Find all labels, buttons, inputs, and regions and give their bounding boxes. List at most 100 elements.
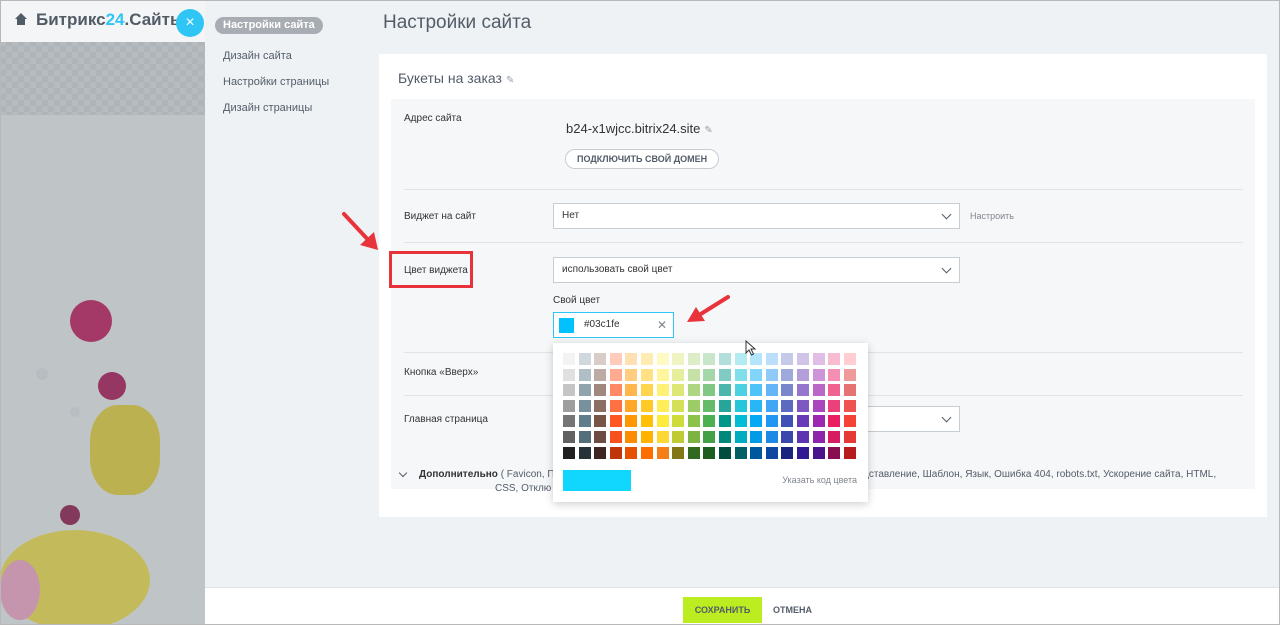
color-swatch-cell[interactable] bbox=[765, 415, 778, 428]
color-swatch-cell[interactable] bbox=[765, 368, 778, 381]
connect-domain-button[interactable]: ПОДКЛЮЧИТЬ СВОЙ ДОМЕН bbox=[565, 149, 720, 169]
color-swatch-cell[interactable] bbox=[672, 446, 685, 459]
color-swatch-cell[interactable] bbox=[641, 415, 653, 428]
color-swatch-cell[interactable] bbox=[828, 446, 841, 459]
color-swatch-cell[interactable] bbox=[843, 415, 856, 428]
color-swatch-cell[interactable] bbox=[843, 431, 856, 443]
color-swatch-cell[interactable] bbox=[843, 368, 856, 381]
color-swatch-cell[interactable] bbox=[843, 353, 856, 365]
color-swatch-cell[interactable] bbox=[656, 415, 669, 428]
color-swatch-cell[interactable] bbox=[594, 431, 607, 443]
color-swatch-cell[interactable] bbox=[703, 415, 716, 428]
widget-select[interactable]: Нет bbox=[553, 203, 960, 229]
color-swatch-cell[interactable] bbox=[781, 353, 794, 365]
color-swatch-cell[interactable] bbox=[656, 368, 669, 381]
color-swatch-cell[interactable] bbox=[750, 431, 763, 443]
color-swatch-cell[interactable] bbox=[578, 353, 591, 365]
color-swatch-cell[interactable] bbox=[812, 399, 825, 412]
color-swatch-cell[interactable] bbox=[719, 353, 731, 365]
color-swatch-cell[interactable] bbox=[828, 353, 841, 365]
color-swatch-cell[interactable] bbox=[672, 399, 685, 412]
color-swatch-cell[interactable] bbox=[609, 384, 622, 397]
color-swatch-cell[interactable] bbox=[563, 384, 575, 397]
color-swatch-cell[interactable] bbox=[563, 415, 575, 428]
color-swatch-cell[interactable] bbox=[687, 384, 700, 397]
color-swatch-cell[interactable] bbox=[609, 368, 622, 381]
main-page-select[interactable] bbox=[862, 406, 960, 432]
cancel-button[interactable]: ОТМЕНА bbox=[773, 597, 812, 623]
color-swatch-cell[interactable] bbox=[843, 384, 856, 397]
color-swatch-cell[interactable] bbox=[578, 368, 591, 381]
color-swatch-cell[interactable] bbox=[641, 384, 653, 397]
color-swatch-cell[interactable] bbox=[765, 353, 778, 365]
color-swatch-cell[interactable] bbox=[563, 368, 575, 381]
widget-configure-link[interactable]: Настроить bbox=[970, 211, 1014, 221]
color-swatch-cell[interactable] bbox=[765, 431, 778, 443]
color-swatch-cell[interactable] bbox=[797, 368, 809, 381]
color-swatch-cell[interactable] bbox=[750, 415, 763, 428]
color-swatch-cell[interactable] bbox=[594, 384, 607, 397]
color-swatch-cell[interactable] bbox=[578, 415, 591, 428]
color-swatch-cell[interactable] bbox=[812, 446, 825, 459]
color-swatch-cell[interactable] bbox=[594, 368, 607, 381]
color-swatch-cell[interactable] bbox=[703, 384, 716, 397]
color-swatch-cell[interactable] bbox=[641, 399, 653, 412]
color-swatch-cell[interactable] bbox=[625, 399, 638, 412]
color-swatch-cell[interactable] bbox=[765, 399, 778, 412]
color-swatch-cell[interactable] bbox=[812, 353, 825, 365]
color-swatch-cell[interactable] bbox=[625, 353, 638, 365]
color-swatch-cell[interactable] bbox=[828, 368, 841, 381]
color-swatch-cell[interactable] bbox=[812, 431, 825, 443]
color-swatch-cell[interactable] bbox=[609, 353, 622, 365]
color-swatch-cell[interactable] bbox=[656, 431, 669, 443]
color-swatch-cell[interactable] bbox=[563, 399, 575, 412]
color-swatch-cell[interactable] bbox=[812, 384, 825, 397]
color-swatch-cell[interactable] bbox=[594, 399, 607, 412]
color-swatch-cell[interactable] bbox=[687, 431, 700, 443]
color-swatch-cell[interactable] bbox=[656, 399, 669, 412]
color-code-input[interactable]: #03c1fe ✕ bbox=[553, 312, 674, 338]
color-swatch-cell[interactable] bbox=[563, 353, 575, 365]
color-swatch-cell[interactable] bbox=[750, 384, 763, 397]
additional-title[interactable]: Дополнительно bbox=[419, 469, 498, 480]
color-swatch-cell[interactable] bbox=[672, 353, 685, 365]
color-swatch-cell[interactable] bbox=[828, 384, 841, 397]
nav-item-site-settings[interactable]: Настройки сайта bbox=[215, 17, 323, 34]
color-swatch-cell[interactable] bbox=[781, 415, 794, 428]
color-swatch-cell[interactable] bbox=[781, 384, 794, 397]
save-button[interactable]: СОХРАНИТЬ bbox=[683, 597, 762, 623]
color-swatch-cell[interactable] bbox=[641, 431, 653, 443]
color-swatch-cell[interactable] bbox=[625, 415, 638, 428]
color-swatch-cell[interactable] bbox=[797, 399, 809, 412]
color-swatch-cell[interactable] bbox=[594, 446, 607, 459]
color-swatch-cell[interactable] bbox=[765, 384, 778, 397]
color-swatch-cell[interactable] bbox=[734, 399, 747, 412]
color-swatch-cell[interactable] bbox=[719, 384, 731, 397]
color-swatch-cell[interactable] bbox=[625, 431, 638, 443]
color-swatch-cell[interactable] bbox=[828, 399, 841, 412]
color-swatch-cell[interactable] bbox=[578, 399, 591, 412]
edit-domain-icon[interactable]: ✎ bbox=[704, 125, 712, 136]
domain-name[interactable]: b24-x1wjcc.bitrix24.site ✎ bbox=[566, 121, 713, 136]
color-swatch-cell[interactable] bbox=[656, 353, 669, 365]
color-swatch-cell[interactable] bbox=[797, 446, 809, 459]
color-swatch-cell[interactable] bbox=[687, 399, 700, 412]
color-swatch-cell[interactable] bbox=[594, 353, 607, 365]
color-swatch-cell[interactable] bbox=[719, 368, 731, 381]
color-swatch-cell[interactable] bbox=[563, 431, 575, 443]
color-swatch-cell[interactable] bbox=[797, 415, 809, 428]
color-swatch-cell[interactable] bbox=[625, 368, 638, 381]
color-swatch-cell[interactable] bbox=[609, 399, 622, 412]
brand-logo[interactable]: Битрикс24.Сайты bbox=[14, 10, 184, 30]
color-swatch-cell[interactable] bbox=[719, 446, 731, 459]
clear-icon[interactable]: ✕ bbox=[657, 313, 667, 337]
color-swatch-cell[interactable] bbox=[765, 446, 778, 459]
color-swatch-cell[interactable] bbox=[594, 415, 607, 428]
color-swatch-cell[interactable] bbox=[625, 384, 638, 397]
color-swatch-cell[interactable] bbox=[703, 399, 716, 412]
color-swatch-cell[interactable] bbox=[781, 399, 794, 412]
color-swatch-cell[interactable] bbox=[843, 399, 856, 412]
color-swatch-cell[interactable] bbox=[781, 431, 794, 443]
color-swatch-cell[interactable] bbox=[797, 431, 809, 443]
color-swatch-cell[interactable] bbox=[781, 446, 794, 459]
